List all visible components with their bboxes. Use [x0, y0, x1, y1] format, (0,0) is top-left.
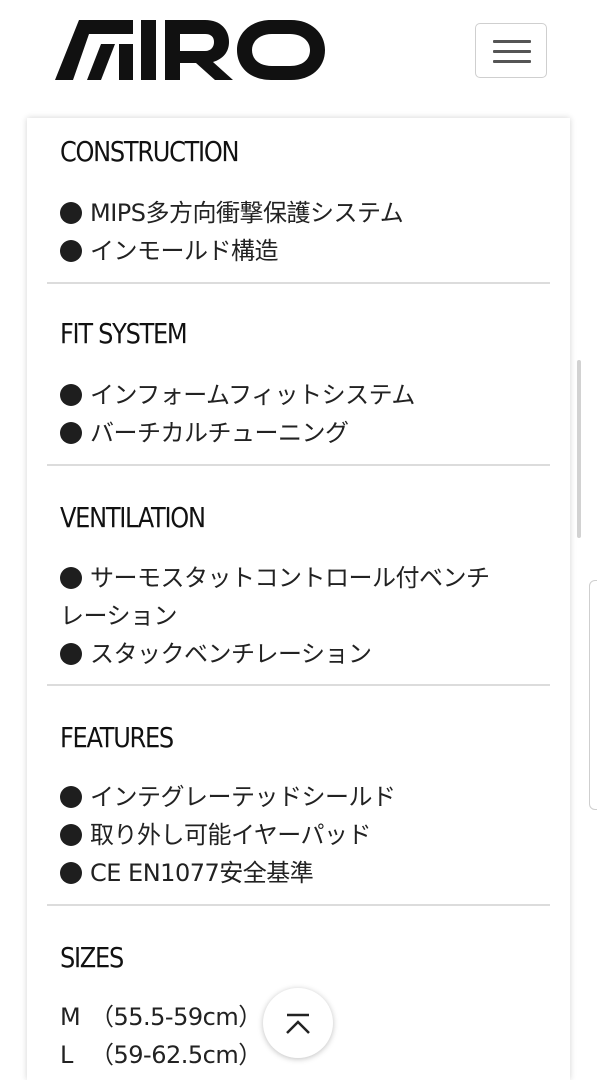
list-item-text: インテグレーテッドシールド: [90, 783, 396, 811]
size-range: （59-62.5cm）: [90, 1041, 262, 1069]
spec-section-features: FEATURES インテグレーテッドシールド 取り外し可能イヤーパッド CE E…: [47, 686, 550, 906]
bullet-icon: [60, 567, 82, 589]
list-item: インモールド構造: [60, 232, 279, 270]
list-item-text: インモールド構造: [90, 237, 279, 265]
section-title: FIT SYSTEM: [60, 317, 188, 350]
list-item: インテグレーテッドシールド: [60, 778, 396, 816]
list-item: バーチカルチューニング: [60, 414, 349, 452]
side-drawer-tab[interactable]: [589, 580, 597, 810]
list-item: スタックベンチレーション: [60, 635, 372, 673]
section-title: VENTILATION: [60, 501, 206, 534]
hamburger-icon-line: [493, 50, 531, 53]
spec-section-ventilation: VENTILATION サーモスタットコントロール付ベンチ レーション スタック…: [47, 466, 550, 686]
size-row: M （55.5-59cm）: [60, 998, 262, 1036]
size-label: M: [60, 1003, 81, 1031]
list-item-continuation: レーション: [60, 597, 178, 635]
giro-logo[interactable]: [55, 18, 327, 84]
spec-section-fit-system: FIT SYSTEM インフォームフィットシステム バーチカルチューニング: [47, 284, 550, 466]
list-item-text: サーモスタットコントロール付ベンチ: [90, 564, 490, 592]
chevron-up-to-top-icon: [286, 1013, 310, 1034]
bullet-icon: [60, 643, 82, 665]
list-item-text: レーション: [60, 602, 178, 630]
list-item: CE EN1077安全基準: [60, 854, 314, 892]
bullet-icon: [60, 824, 82, 846]
list-item-text: 取り外し可能イヤーパッド: [90, 821, 372, 849]
size-row: L （59-62.5cm）: [60, 1036, 262, 1074]
product-spec-card: CONSTRUCTION MIPS多方向衝撃保護システム インモールド構造 FI…: [27, 118, 570, 1080]
list-item-text: CE EN1077安全基準: [90, 859, 314, 887]
bullet-icon: [60, 786, 82, 808]
list-item-text: バーチカルチューニング: [90, 419, 349, 447]
list-item-text: MIPS多方向衝撃保護システム: [90, 199, 404, 227]
list-item-text: スタックベンチレーション: [90, 640, 372, 668]
list-item: MIPS多方向衝撃保護システム: [60, 194, 404, 232]
list-item: インフォームフィットシステム: [60, 376, 415, 414]
page-scrollbar[interactable]: [577, 360, 581, 538]
section-title: CONSTRUCTION: [60, 135, 240, 168]
section-title: SIZES: [60, 941, 124, 974]
menu-toggle-button[interactable]: [475, 23, 547, 78]
bullet-icon: [60, 202, 82, 224]
list-item: 取り外し可能イヤーパッド: [60, 816, 372, 854]
size-label: L: [60, 1041, 73, 1069]
spec-section-construction: CONSTRUCTION MIPS多方向衝撃保護システム インモールド構造: [47, 118, 550, 284]
site-header: [0, 0, 597, 110]
bullet-icon: [60, 862, 82, 884]
hamburger-icon-line: [493, 60, 531, 63]
hamburger-icon: [493, 40, 531, 43]
section-title: FEATURES: [60, 721, 174, 754]
bullet-icon: [60, 240, 82, 262]
list-item-text: インフォームフィットシステム: [90, 381, 415, 409]
list-item: サーモスタットコントロール付ベンチ: [60, 559, 490, 597]
back-to-top-button[interactable]: [263, 988, 333, 1058]
size-range: （55.5-59cm）: [90, 1003, 262, 1031]
bullet-icon: [60, 422, 82, 444]
bullet-icon: [60, 384, 82, 406]
